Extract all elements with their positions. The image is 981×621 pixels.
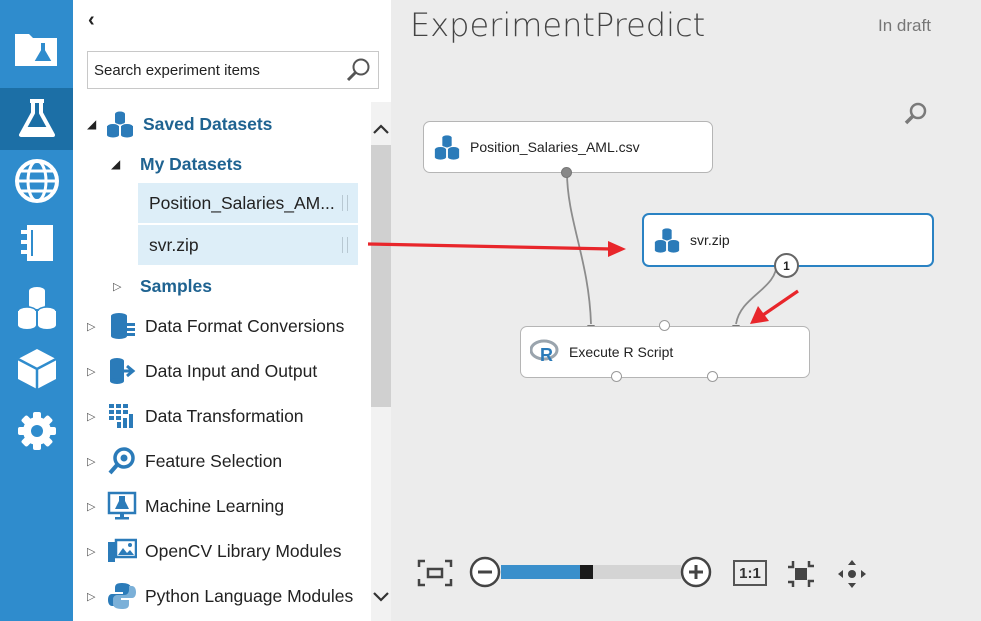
svg-text:R: R bbox=[540, 345, 553, 365]
expanded-caret-icon[interactable]: ◢ bbox=[87, 117, 101, 131]
collapsed-caret-icon[interactable]: ▷ bbox=[113, 280, 140, 293]
collapsed-caret-icon[interactable]: ▷ bbox=[87, 455, 101, 468]
zoom-out-icon[interactable] bbox=[469, 556, 501, 588]
data-input-output-icon bbox=[105, 355, 139, 387]
node-execute-r-script[interactable]: R Execute R Script bbox=[520, 326, 810, 378]
dataset-node-icon bbox=[653, 226, 681, 254]
dataset-item-position-salaries[interactable]: Position_Salaries_AM... bbox=[138, 183, 358, 223]
dataset-item-label: svr.zip bbox=[149, 234, 199, 255]
scroll-down-icon[interactable] bbox=[371, 582, 391, 612]
web-services-icon[interactable] bbox=[0, 150, 73, 212]
navigation-rail bbox=[0, 0, 73, 621]
my-datasets-label: My Datasets bbox=[140, 153, 243, 174]
tree-node-saved-datasets[interactable]: ◢ Saved Datasets bbox=[87, 107, 272, 141]
autolayout-icon[interactable] bbox=[785, 558, 817, 590]
tree-node-data-input-output[interactable]: ▷ Data Input and Output bbox=[87, 354, 317, 388]
dataset-item-svr-zip[interactable]: svr.zip bbox=[138, 225, 358, 265]
output-port[interactable] bbox=[611, 371, 622, 382]
tree-node-opencv-library-modules[interactable]: ▷ OpenCV Library Modules bbox=[87, 534, 341, 568]
tree-node-data-format-conversions[interactable]: ▷ Data Format Conversions bbox=[87, 309, 344, 343]
tree-node-machine-learning[interactable]: ▷ Machine Learning bbox=[87, 489, 284, 523]
category-label: Data Transformation bbox=[145, 405, 304, 426]
zoom-slider-handle[interactable] bbox=[580, 565, 593, 579]
projects-icon[interactable] bbox=[0, 18, 73, 80]
collapsed-caret-icon[interactable]: ▷ bbox=[87, 410, 101, 423]
node-label: svr.zip bbox=[690, 232, 730, 248]
tree-node-my-datasets[interactable]: ◢ My Datasets bbox=[111, 150, 242, 178]
opencv-icon bbox=[105, 535, 139, 567]
collapsed-caret-icon[interactable]: ▷ bbox=[87, 320, 101, 333]
node-label: Execute R Script bbox=[569, 344, 674, 360]
tree-node-samples[interactable]: ▷ Samples bbox=[113, 272, 212, 300]
collapsed-caret-icon[interactable]: ▷ bbox=[87, 365, 101, 378]
actual-size-button[interactable]: 1:1 bbox=[733, 560, 767, 586]
settings-icon[interactable] bbox=[0, 400, 73, 462]
search-icon[interactable] bbox=[346, 57, 372, 88]
pan-icon[interactable] bbox=[836, 558, 868, 590]
collapse-palette-button[interactable]: ‹ bbox=[88, 10, 95, 30]
search-box bbox=[87, 51, 379, 89]
fit-to-screen-icon[interactable] bbox=[416, 558, 454, 588]
tree-node-python-language-modules[interactable]: ▷ Python Language Modules bbox=[87, 579, 353, 613]
trained-models-icon[interactable] bbox=[0, 338, 73, 400]
connection-wires bbox=[566, 171, 778, 331]
saved-datasets-label: Saved Datasets bbox=[143, 113, 273, 134]
scroll-up-icon[interactable] bbox=[371, 114, 391, 144]
datasets-icon[interactable] bbox=[0, 276, 73, 338]
zoom-slider[interactable] bbox=[501, 565, 681, 579]
node-label: Position_Salaries_AML.csv bbox=[470, 139, 640, 155]
output-port-badge[interactable]: 1 bbox=[774, 253, 799, 278]
collapsed-caret-icon[interactable]: ▷ bbox=[87, 545, 101, 558]
category-label: OpenCV Library Modules bbox=[145, 540, 342, 561]
collapsed-caret-icon[interactable]: ▷ bbox=[87, 590, 101, 603]
output-port[interactable] bbox=[561, 167, 572, 178]
category-label: Machine Learning bbox=[145, 495, 285, 516]
python-icon bbox=[105, 580, 139, 612]
experiment-canvas[interactable]: ExperimentPredict In draft Position_Sala… bbox=[391, 0, 981, 621]
zoom-slider-fill bbox=[501, 565, 580, 579]
category-label: Data Input and Output bbox=[145, 360, 318, 381]
dataset-node-icon bbox=[433, 133, 461, 161]
tree-node-data-transformation[interactable]: ▷ Data Transformation bbox=[87, 399, 304, 433]
wire-csv-to-rscript bbox=[566, 171, 592, 325]
data-format-icon bbox=[105, 310, 139, 342]
category-label: Python Language Modules bbox=[145, 585, 354, 606]
expanded-caret-icon[interactable]: ◢ bbox=[111, 157, 140, 171]
notebooks-icon[interactable] bbox=[0, 212, 73, 274]
collapsed-caret-icon[interactable]: ▷ bbox=[87, 500, 101, 513]
feature-selection-icon bbox=[105, 445, 139, 477]
input-port[interactable] bbox=[659, 320, 670, 331]
datasets-icon bbox=[103, 108, 137, 140]
node-position-salaries-dataset[interactable]: Position_Salaries_AML.csv bbox=[423, 121, 713, 173]
tree-node-feature-selection[interactable]: ▷ Feature Selection bbox=[87, 444, 282, 478]
machine-learning-icon bbox=[105, 490, 139, 522]
r-language-icon: R bbox=[530, 339, 560, 365]
module-palette: ‹ ◢ Saved Datasets ◢ My Datase bbox=[73, 0, 391, 621]
output-port[interactable] bbox=[707, 371, 718, 382]
dataset-item-label: Position_Salaries_AM... bbox=[149, 192, 335, 213]
experiments-icon[interactable] bbox=[0, 88, 73, 150]
drag-handle-icon[interactable] bbox=[342, 195, 348, 211]
category-label: Data Format Conversions bbox=[145, 315, 345, 336]
drag-handle-icon[interactable] bbox=[342, 237, 348, 253]
wire-svr-to-rscript bbox=[735, 261, 778, 325]
search-input[interactable] bbox=[88, 52, 338, 88]
zoom-in-icon[interactable] bbox=[680, 556, 712, 588]
category-label: Feature Selection bbox=[145, 450, 283, 471]
palette-scrollbar-thumb[interactable] bbox=[371, 145, 391, 407]
data-transformation-icon bbox=[105, 400, 139, 432]
samples-label: Samples bbox=[140, 275, 212, 296]
